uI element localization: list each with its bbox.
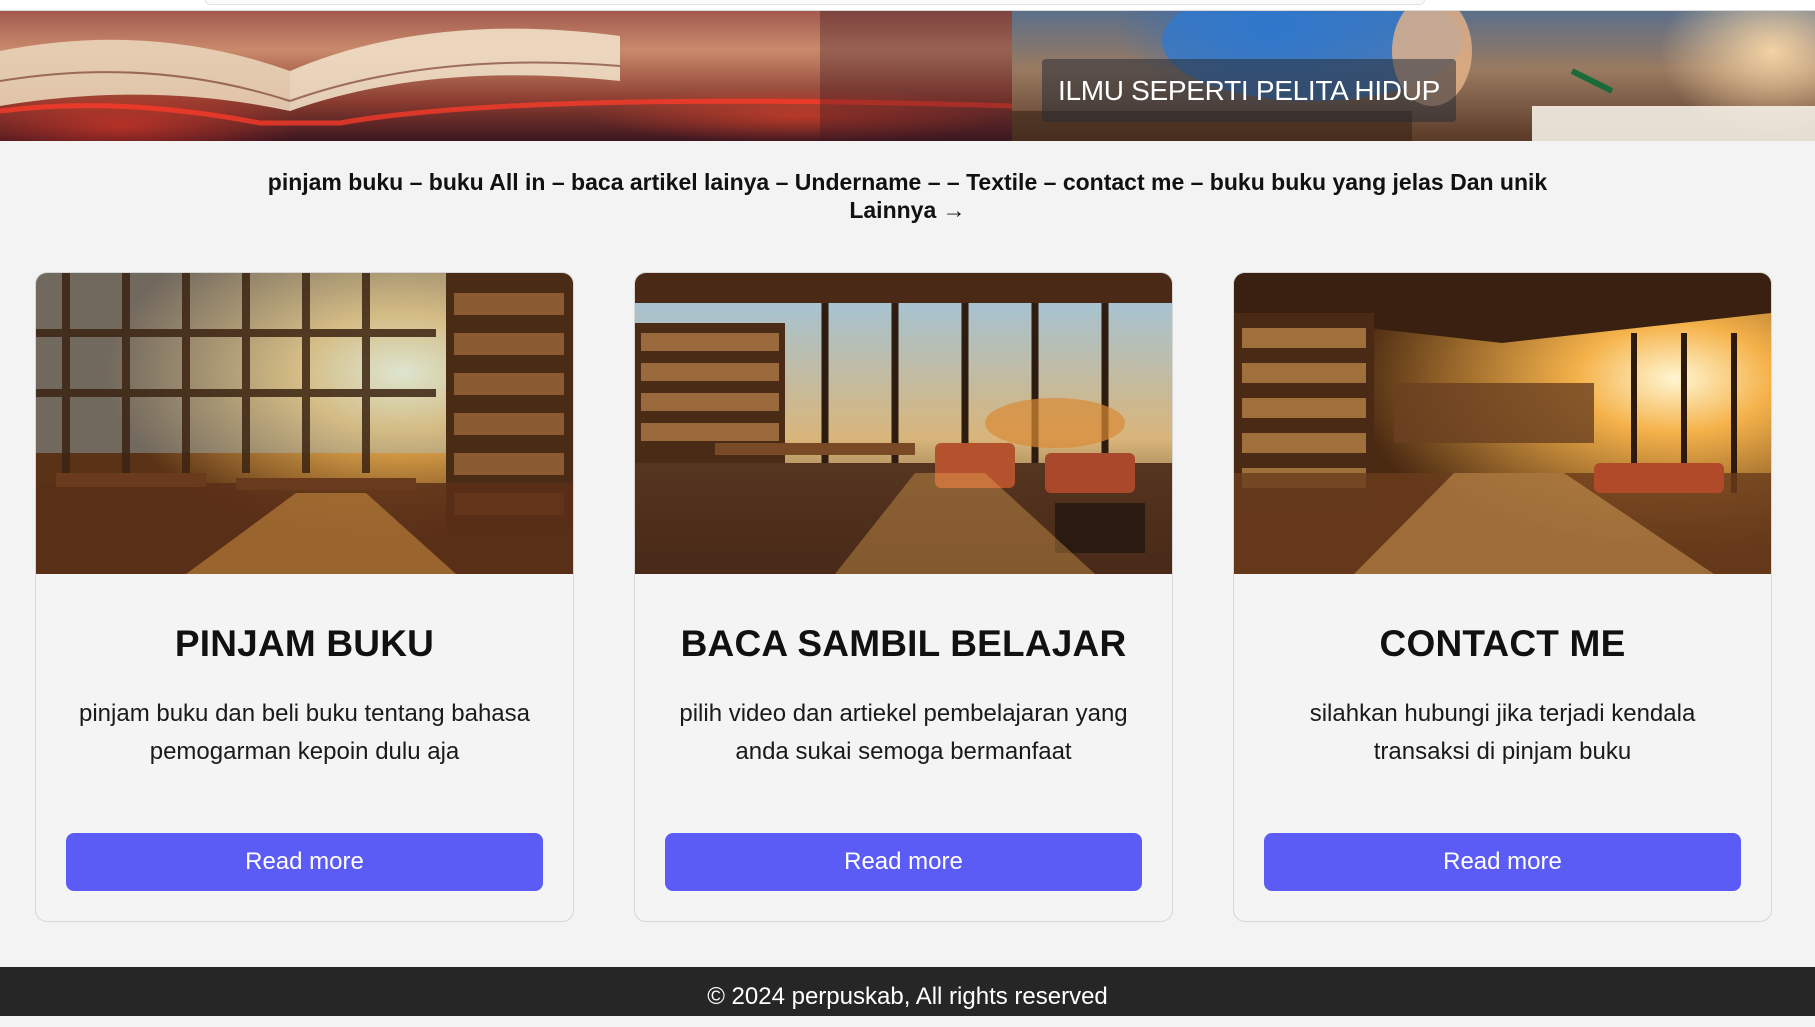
banner-caption: ILMU SEPERTI PELITA HIDUP — [1042, 59, 1457, 122]
card-pinjam-buku: PINJAM BUKU pinjam buku dan beli buku te… — [35, 272, 574, 922]
address-bar-edge — [205, 0, 1425, 5]
read-more-button[interactable]: Read more — [66, 833, 543, 891]
read-more-button[interactable]: Read more — [1264, 833, 1741, 891]
card-contact-me: CONTACT ME silahkan hubungi jika terjadi… — [1233, 272, 1772, 922]
nav-links[interactable]: pinjam buku – buku All in – baca artikel… — [0, 168, 1815, 224]
browser-top-edge — [0, 0, 1815, 11]
card-description: silahkan hubungi jika terjadi kendala tr… — [1309, 700, 1696, 765]
hero-banner: ILMU SEPERTI PELITA HIDUP — [0, 11, 1815, 141]
card-image-library-sunset — [1234, 273, 1771, 574]
card-title: PINJAM BUKU — [174, 623, 435, 664]
card-description: pilih video dan artiekel pembelajaran ya… — [679, 700, 1128, 765]
card-title: BACA SAMBIL BELAJAR — [680, 623, 1127, 664]
card-title: CONTACT ME — [1379, 623, 1626, 664]
footer: © 2024 perpuskab, All rights reserved — [0, 967, 1815, 1016]
card-image-reading-hall — [635, 273, 1172, 574]
nav-links-line-2[interactable]: Lainnya → — [0, 196, 1815, 224]
read-more-button[interactable]: Read more — [665, 833, 1142, 891]
card-image-library-window — [36, 273, 573, 574]
card-grid: PINJAM BUKU pinjam buku dan beli buku te… — [0, 272, 1815, 922]
card-description: pinjam buku dan beli buku tentang bahasa… — [78, 700, 530, 765]
banner-open-book-image — [0, 11, 1012, 141]
footer-copyright: © 2024 perpuskab, All rights reserved — [707, 983, 1108, 1010]
card-baca-sambil-belajar: BACA SAMBIL BELAJAR pilih video dan arti… — [634, 272, 1173, 922]
nav-links-line-1[interactable]: pinjam buku – buku All in – baca artikel… — [0, 168, 1815, 196]
